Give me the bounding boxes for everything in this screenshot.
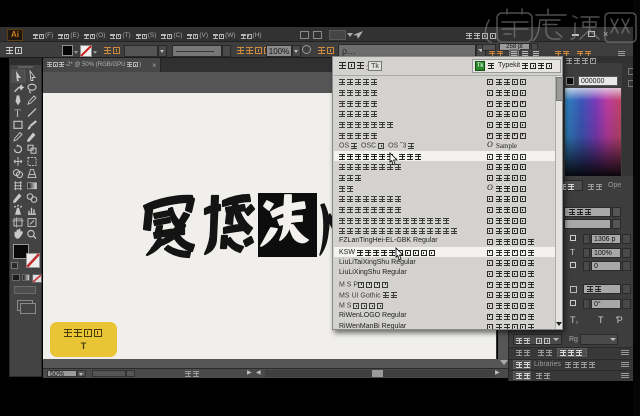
svg-text:T: T — [15, 109, 21, 120]
